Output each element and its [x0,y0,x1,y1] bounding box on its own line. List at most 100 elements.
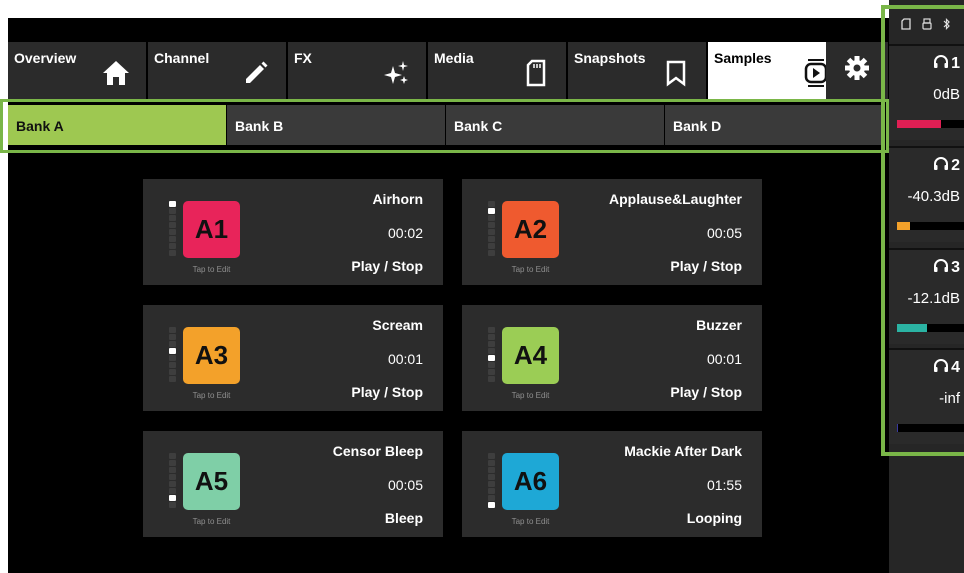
meter-segment [488,215,495,221]
sample-pad[interactable]: A4 [502,327,559,384]
headphones-icon [933,54,949,74]
settings-button[interactable] [826,42,888,99]
headphone-channel[interactable]: 1 0dB [889,44,964,140]
bank-c-button[interactable]: Bank C [446,105,664,145]
sample-tile[interactable]: A1 Tap to Edit Airhorn 00:02 Play / Stop [143,179,443,285]
sample-duration: 00:01 [706,351,742,367]
tab-snapshots[interactable]: Snapshots [568,42,706,99]
meter-segment [488,222,495,228]
sample-pad[interactable]: A3 [183,327,240,384]
meter-segment [169,502,176,508]
meter-segment [488,208,495,214]
tab-label: Samples [714,50,772,66]
status-icons [901,18,951,33]
bank-a-button[interactable]: Bank A [8,105,226,145]
headphones-icon [933,358,949,378]
sample-pad[interactable]: A2 [502,201,559,258]
meter-segment [169,341,176,347]
meter-segment [488,488,495,494]
home-icon [100,57,132,89]
sample-action-button[interactable]: Play / Stop [670,384,742,400]
meter-segment [169,236,176,242]
sample-action-button[interactable]: Looping [687,510,742,526]
headphone-channel[interactable]: 4 -inf [889,348,964,444]
sample-tile[interactable]: A4 Tap to Edit Buzzer 00:01 Play / Stop [462,305,762,411]
headphone-meter [897,324,964,332]
usb-icon [922,18,932,33]
sample-duration: 00:05 [706,225,742,241]
meter-segment [488,355,495,361]
tab-label: Channel [154,50,210,66]
sample-name: Airhorn [372,191,423,207]
bank-b-button[interactable]: Bank B [227,105,445,145]
meter-segment [488,376,495,382]
tab-channel[interactable]: Channel [148,42,286,99]
bank-d-button[interactable]: Bank D [665,105,883,145]
sample-tile[interactable]: A3 Tap to Edit Scream 00:01 Play / Stop [143,305,443,411]
meter-segment [488,327,495,333]
meter-segment [488,236,495,242]
meter-segment [169,222,176,228]
meter-segment [169,362,176,368]
tap-to-edit-label: Tap to Edit [192,391,231,400]
tab-overview[interactable]: Overview [8,42,146,99]
sample-name: Mackie After Dark [624,443,742,459]
sample-pad[interactable]: A5 [183,453,240,510]
headphone-meter [897,120,964,128]
headphone-number: 4 [951,359,960,376]
gear-icon [844,55,870,86]
sample-level-meter [169,453,176,515]
meter-segment [488,481,495,487]
sample-level-meter [488,453,495,515]
sample-name: Scream [372,317,423,333]
meter-segment [169,208,176,214]
sample-level-meter [169,327,176,389]
sample-duration: 00:01 [387,351,423,367]
sample-action-button[interactable]: Play / Stop [351,384,423,400]
sample-duration: 01:55 [706,477,742,493]
sample-action-button[interactable]: Bleep [385,510,423,526]
meter-segment [169,327,176,333]
meter-segment [488,348,495,354]
tab-label: Media [434,50,474,66]
meter-segment [488,243,495,249]
tap-to-edit-label: Tap to Edit [192,517,231,526]
sample-pad[interactable]: A1 [183,201,240,258]
top-tab-bar: Overview Channel FX Media Snapshots Samp… [8,42,888,99]
sample-pad[interactable]: A6 [502,453,559,510]
meter-segment [169,460,176,466]
sample-level-meter [488,201,495,263]
sd-card-icon [901,18,911,33]
tab-label: Overview [14,50,77,66]
headphone-level: -40.3dB [907,188,960,205]
bluetooth-icon [943,18,951,33]
tab-media[interactable]: Media [428,42,566,99]
meter-segment [169,201,176,207]
headphone-channel[interactable]: 2 -40.3dB [889,146,964,242]
sample-action-button[interactable]: Play / Stop [351,258,423,274]
meter-segment [488,467,495,473]
headphone-panel: 1 0dB 2 -40.3dB 3 -12.1dB 4 -inf [889,0,964,573]
headphone-channel[interactable]: 3 -12.1dB [889,248,964,344]
meter-segment [488,474,495,480]
headphone-number: 3 [951,259,960,276]
sample-action-button[interactable]: Play / Stop [670,258,742,274]
headphone-level: -12.1dB [907,290,960,307]
tap-to-edit-label: Tap to Edit [511,391,550,400]
sample-level-meter [488,327,495,389]
sample-tile[interactable]: A6 Tap to Edit Mackie After Dark 01:55 L… [462,431,762,537]
headphone-meter [897,222,964,230]
meter-segment [169,495,176,501]
sd-card-icon [520,57,552,89]
sample-tile[interactable]: A5 Tap to Edit Censor Bleep 00:05 Bleep [143,431,443,537]
bank-selector: Bank A Bank B Bank C Bank D [8,105,884,145]
pencil-icon [240,57,272,89]
headphones-icon [933,258,949,278]
sample-name: Censor Bleep [332,443,423,459]
meter-segment [488,495,495,501]
tab-fx[interactable]: FX [288,42,426,99]
headphone-number: 1 [951,55,960,72]
meter-segment [488,341,495,347]
sample-tile[interactable]: A2 Tap to Edit Applause&Laughter 00:05 P… [462,179,762,285]
meter-segment [169,376,176,382]
